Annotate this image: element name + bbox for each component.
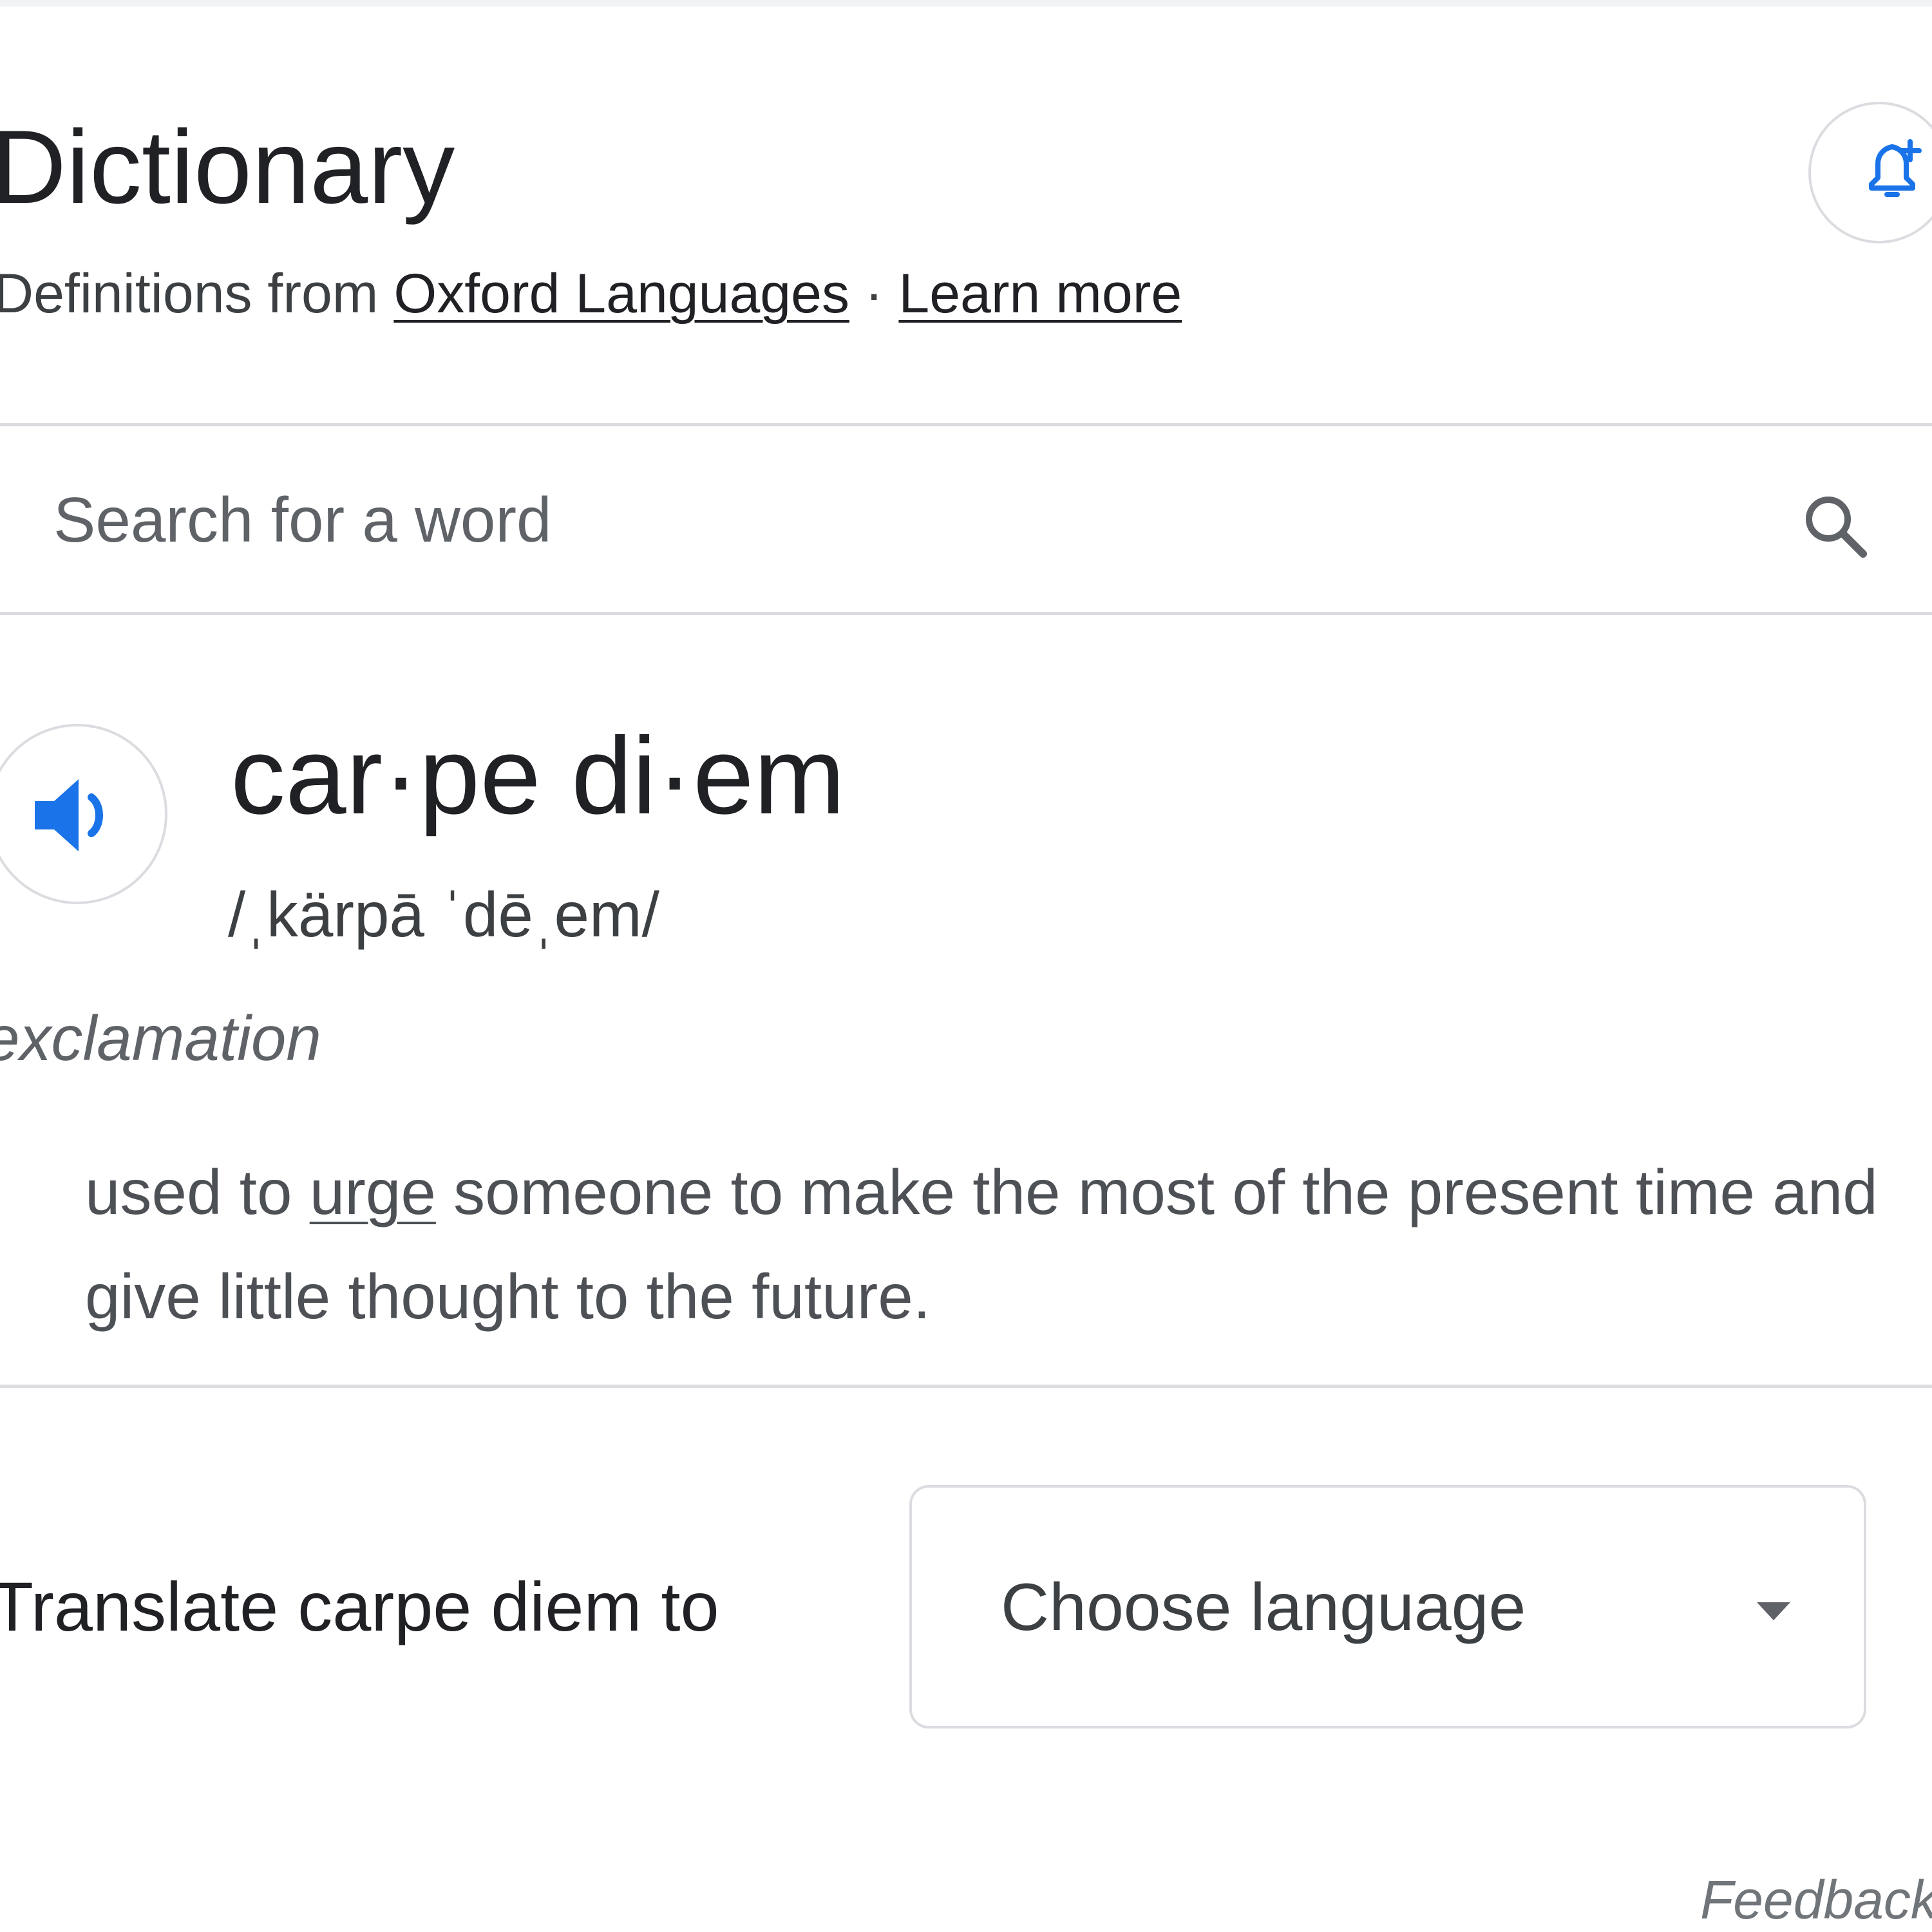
phonetic-spelling: /ˌkärpā ˈdēˌem/ <box>228 879 659 950</box>
urge-link[interactable]: urge <box>310 1157 436 1227</box>
search-icon[interactable] <box>1800 491 1871 562</box>
learn-more-link[interactable]: Learn more <box>898 263 1182 325</box>
page-title: Dictionary <box>0 109 455 225</box>
source-separator: · <box>849 263 899 325</box>
definition-before: used to <box>85 1157 310 1227</box>
pronunciation-button[interactable] <box>0 724 167 904</box>
language-select-value: Choose language <box>1001 1570 1526 1645</box>
definition-text: used to urge someone to make the most of… <box>85 1140 1927 1349</box>
caret-down-icon <box>1757 1602 1790 1620</box>
part-of-speech: exclamation <box>0 1003 321 1074</box>
top-divider <box>0 0 1932 6</box>
dictionary-card: Dictionary Definitions from Oxford Langu… <box>0 0 1932 1932</box>
oxford-languages-link[interactable]: Oxford Languages <box>393 263 849 325</box>
translate-label: Translate carpe diem to <box>0 1567 719 1645</box>
source-prefix: Definitions from <box>0 263 394 325</box>
search-box[interactable] <box>0 423 1932 615</box>
create-alert-button[interactable] <box>1808 102 1932 243</box>
speaker-icon <box>35 779 103 851</box>
search-input[interactable] <box>53 478 1728 562</box>
source-attribution: Definitions from Oxford Languages · Lear… <box>0 261 1182 326</box>
headword: car·pe di·em <box>231 715 846 837</box>
language-select[interactable]: Choose language <box>909 1485 1866 1728</box>
bell-plus-icon <box>1869 139 1922 197</box>
feedback-link[interactable]: Feedback <box>1700 1868 1932 1932</box>
section-divider <box>0 1385 1932 1388</box>
